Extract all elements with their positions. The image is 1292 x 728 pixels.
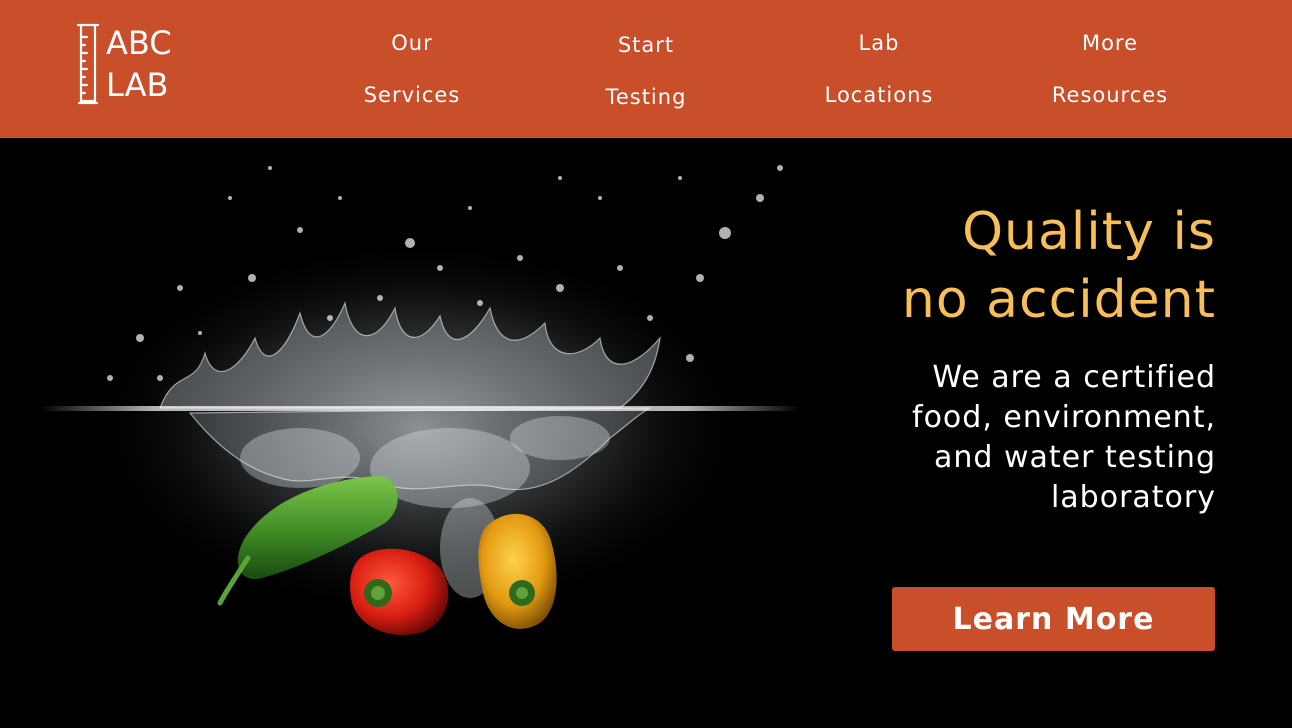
nav-item-label-line2: Services <box>363 83 461 107</box>
nav-item-label-line2: Locations <box>824 83 934 107</box>
graduated-cylinder-icon <box>76 23 100 105</box>
nav-more-resources[interactable]: More Resources <box>1030 0 1190 138</box>
hero-subheading: We are a certified food, environment, an… <box>816 358 1216 518</box>
nav-lab-locations[interactable]: Lab Locations <box>804 0 954 138</box>
abc-lab-logo[interactable]: ABC LAB <box>76 22 186 106</box>
headline-line-1: Quality is <box>962 202 1216 262</box>
logo-wordmark: ABC LAB <box>106 22 172 106</box>
nav-item-label-line1: Our <box>391 31 433 55</box>
logo-line-2: LAB <box>106 66 169 104</box>
nav-item-label-line1: More <box>1081 31 1139 55</box>
top-navigation-bar: ABC LAB Our Services Start Testing Lab L… <box>0 0 1292 138</box>
landing-page: ABC LAB Our Services Start Testing Lab L… <box>0 0 1292 728</box>
nav-our-services[interactable]: Our Services <box>342 0 482 138</box>
nav-item-label-line2: Testing <box>605 85 687 109</box>
learn-more-button[interactable]: Learn More <box>892 587 1215 651</box>
peppers-splashing-in-water-image <box>40 165 800 635</box>
logo-line-1: ABC <box>106 24 172 62</box>
headline-line-2: no accident <box>901 270 1216 330</box>
nav-item-label-line1: Start <box>617 33 675 57</box>
nav-start-testing[interactable]: Start Testing <box>576 2 716 140</box>
subheading-line-4: laboratory <box>1050 480 1216 515</box>
subheading-line-2: food, environment, <box>912 400 1216 435</box>
hero-headline: Quality is no accident <box>776 198 1216 334</box>
subheading-line-3: and water testing <box>934 440 1216 475</box>
nav-item-label-line2: Resources <box>1051 83 1169 107</box>
subheading-line-1: We are a certified <box>932 360 1216 395</box>
nav-item-label-line1: Lab <box>858 31 900 55</box>
